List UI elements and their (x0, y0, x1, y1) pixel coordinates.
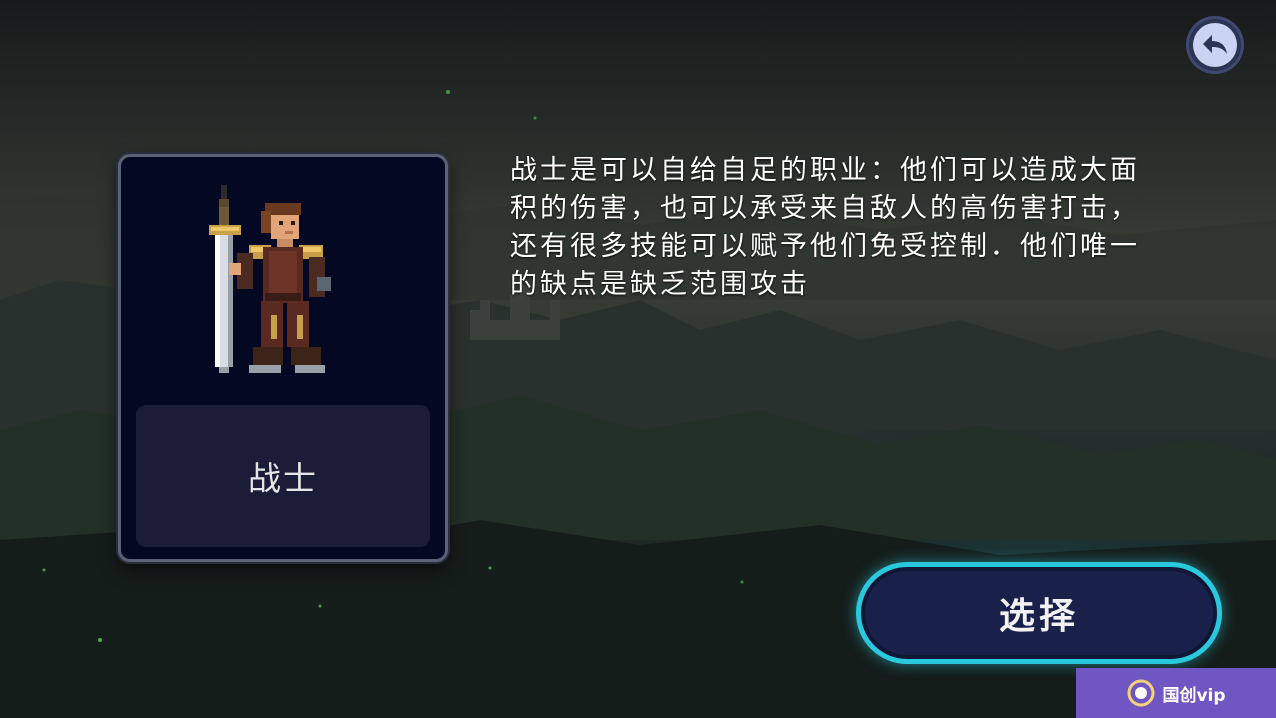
class-card[interactable]: 战士 (118, 154, 448, 562)
warrior-portrait-icon (199, 181, 349, 381)
select-button[interactable]: 选择 (856, 562, 1222, 664)
class-name: 战士 (248, 459, 318, 498)
class-description: 战士是可以自给自足的职业：他们可以造成大面积的伤害，也可以承受来自敌人的高伤害打… (510, 155, 1140, 300)
select-button-label: 选择 (998, 596, 1079, 637)
class-name-plate: 战士 (136, 405, 430, 547)
back-button[interactable] (1186, 16, 1244, 74)
watermark-text: 国创vip (1162, 685, 1226, 706)
watermark-logo-icon (1127, 679, 1155, 707)
back-arrow-icon (1193, 23, 1237, 67)
watermark-badge: 国创vip (1076, 668, 1276, 718)
